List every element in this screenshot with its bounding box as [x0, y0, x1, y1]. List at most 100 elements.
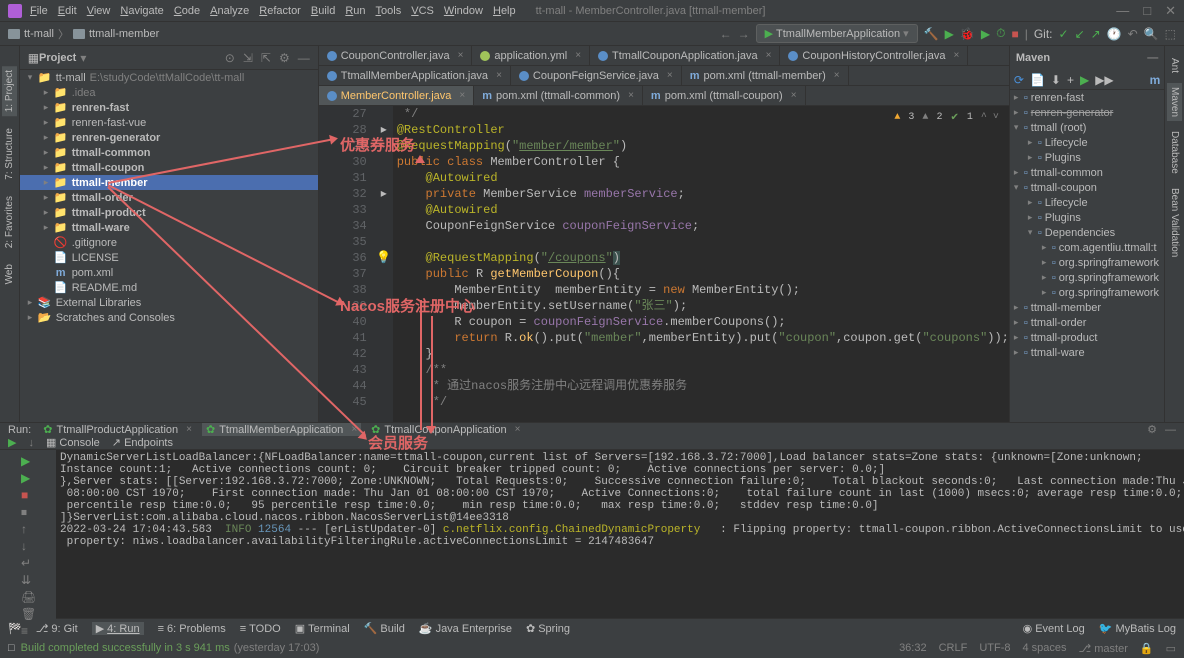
add-icon[interactable]: + — [1067, 73, 1074, 87]
maven-item[interactable]: ▸▫ttmall-product — [1010, 330, 1164, 345]
expand-all-icon[interactable]: ⇲ — [243, 51, 253, 65]
editor-tab[interactable]: TtmallCouponApplication.java× — [590, 46, 780, 65]
lock-icon[interactable]: 🔒 — [1140, 642, 1154, 655]
git-tab[interactable]: ⎇ 9: Git — [36, 622, 78, 635]
tree-item[interactable]: ▸📁renren-generator — [20, 130, 318, 145]
maximize-icon[interactable]: □ — [1143, 3, 1151, 19]
menu-tools[interactable]: Tools — [376, 5, 402, 17]
menu-refactor[interactable]: Refactor — [259, 5, 301, 17]
settings-icon[interactable]: ⬚ — [1165, 27, 1176, 41]
breadcrumb-root[interactable]: tt-mall — [24, 28, 54, 40]
exec-icon[interactable]: ▶▶ — [1095, 73, 1113, 87]
hide-icon[interactable]: — — [1147, 52, 1158, 64]
debug-icon[interactable]: 🐞 — [960, 27, 975, 41]
tree-item[interactable]: ▸📁ttmall-product — [20, 205, 318, 220]
maven-item[interactable]: ▾▫ttmall-coupon — [1010, 180, 1164, 195]
scroll-icon[interactable]: ⇊ — [21, 573, 35, 587]
editor-tab[interactable]: mpom.xml (ttmall-common)× — [474, 86, 643, 105]
reload-icon[interactable]: ⟳ — [1014, 73, 1024, 87]
status-icon[interactable]: □ — [8, 642, 15, 654]
wrap-icon[interactable]: ↵ — [21, 556, 35, 570]
maven-item[interactable]: ▸▫org.springframework — [1010, 285, 1164, 300]
maven-item[interactable]: ▾▫ttmall (root) — [1010, 120, 1164, 135]
editor-tab[interactable]: CouponHistoryController.java× — [780, 46, 968, 65]
tab-favorites[interactable]: 2: Favorites — [2, 192, 17, 252]
exit-icon[interactable]: ⏹ — [21, 505, 35, 519]
maven-item[interactable]: ▸▫com.agentliu.ttmall:t — [1010, 240, 1164, 255]
caret-position[interactable]: 36:32 — [899, 642, 927, 655]
tab-database[interactable]: Database — [1167, 127, 1182, 178]
run-config-selector[interactable]: ▶ TtmallMemberApplication ▾ — [756, 24, 918, 43]
menu-navigate[interactable]: Navigate — [120, 5, 163, 17]
tree-item[interactable]: ▾📁tt-mallE:\studyCode\ttMallCode\tt-mall — [20, 70, 318, 85]
memory-icon[interactable]: ▭ — [1166, 642, 1176, 655]
maven-item[interactable]: ▸▫Lifecycle — [1010, 135, 1164, 150]
select-opened-icon[interactable]: ⊙ — [225, 51, 235, 65]
close-icon[interactable]: × — [834, 70, 840, 81]
stop-icon[interactable]: ■ — [1011, 27, 1018, 41]
git-push-icon[interactable]: ↗ — [1091, 27, 1101, 41]
coverage-icon[interactable]: ▶ — [981, 27, 990, 41]
tab-structure[interactable]: 7: Structure — [2, 124, 17, 184]
editor-tab[interactable]: MemberController.java× — [319, 86, 475, 105]
encoding[interactable]: UTF-8 — [979, 642, 1010, 655]
run-config-tab[interactable]: ✿ TtmallProductApplication × — [39, 423, 196, 436]
down-icon[interactable]: ↓ — [21, 539, 35, 553]
inspection-summary[interactable]: ▲3 ▲2 ✔1 ^ ˅ — [890, 110, 1002, 126]
tab-bean[interactable]: Bean Validation — [1167, 184, 1182, 261]
git-branch[interactable]: ⎇ master — [1079, 642, 1128, 655]
maven-tree[interactable]: ▸▫renren-fast▸▫renren-generator▾▫ttmall … — [1010, 90, 1164, 422]
search-icon[interactable]: 🔍 — [1144, 27, 1159, 41]
todo-tab[interactable]: ≡ TODO — [240, 623, 281, 635]
menu-file[interactable]: File — [30, 5, 48, 17]
up-icon[interactable]: ↑ — [21, 522, 35, 536]
git-commit-icon[interactable]: ↙ — [1075, 27, 1085, 41]
console-output[interactable]: DynamicServerListLoadBalancer:{NFLoadBal… — [56, 450, 1184, 638]
tree-item[interactable]: ▸📁ttmall-member — [20, 175, 318, 190]
maven-item[interactable]: ▸▫org.springframework — [1010, 270, 1164, 285]
console-tab[interactable]: ▦ Console — [46, 436, 100, 449]
maven-item[interactable]: ▸▫ttmall-order — [1010, 315, 1164, 330]
stop-icon[interactable]: ■ — [21, 488, 35, 502]
project-tree[interactable]: ▾📁tt-mallE:\studyCode\ttMallCode\tt-mall… — [20, 70, 318, 422]
terminal-tab[interactable]: ▣ Terminal — [295, 622, 350, 635]
tree-item[interactable]: ▸📁.idea — [20, 85, 318, 100]
endpoints-tab[interactable]: ↗ Endpoints — [112, 436, 173, 449]
run-icon[interactable]: ▶ — [21, 471, 35, 485]
menu-code[interactable]: Code — [174, 5, 200, 17]
stop-icon[interactable]: ↓ — [28, 437, 34, 449]
print-icon[interactable]: 🖨 — [21, 590, 35, 604]
editor-tab[interactable]: mpom.xml (ttmall-coupon)× — [643, 86, 806, 105]
maven-item[interactable]: ▸▫ttmall-ware — [1010, 345, 1164, 360]
gen-sources-icon[interactable]: 📄 — [1030, 73, 1045, 87]
maven-item[interactable]: ▾▫Dependencies — [1010, 225, 1164, 240]
tree-item[interactable]: ▸📁ttmall-coupon — [20, 160, 318, 175]
close-icon[interactable]: × — [575, 50, 581, 61]
tab-ant[interactable]: Ant — [1167, 54, 1182, 77]
tab-maven[interactable]: Maven — [1167, 83, 1182, 121]
close-icon[interactable]: × — [791, 90, 797, 101]
close-icon[interactable]: × — [667, 70, 673, 81]
build-tab[interactable]: 🔨 Build — [364, 622, 405, 635]
tree-item[interactable]: ▸📂Scratches and Consoles — [20, 310, 318, 325]
run-tab[interactable]: ▶ 4: Run — [92, 622, 144, 635]
tree-item[interactable]: ▸📁ttmall-common — [20, 145, 318, 160]
rerun-icon[interactable]: ▶ — [8, 436, 16, 449]
code-editor[interactable]: 27282930313233343536373839404142434445 ▸… — [319, 106, 1009, 422]
profile-icon[interactable]: ⏱ — [996, 26, 1005, 41]
menu-view[interactable]: View — [87, 5, 111, 17]
run-icon[interactable]: ▶ — [945, 27, 954, 41]
tree-item[interactable]: ▸📁renren-fast-vue — [20, 115, 318, 130]
editor-tab[interactable]: application.yml× — [472, 46, 590, 65]
event-log-tab[interactable]: ◉ Event Log — [1023, 622, 1085, 635]
tree-item[interactable]: ▸📚External Libraries — [20, 295, 318, 310]
maven-item[interactable]: ▸▫Plugins — [1010, 150, 1164, 165]
maven-item[interactable]: ▸▫ttmall-common — [1010, 165, 1164, 180]
maven-item[interactable]: ▸▫renren-generator — [1010, 105, 1164, 120]
editor-tab[interactable]: mpom.xml (ttmall-member)× — [682, 66, 849, 85]
tree-item[interactable]: 📄LICENSE — [20, 250, 318, 265]
close-icon[interactable]: × — [628, 90, 634, 101]
close-icon[interactable]: ✕ — [1165, 3, 1176, 19]
forward-icon[interactable]: → — [738, 27, 750, 41]
editor-tab[interactable]: CouponController.java× — [319, 46, 473, 65]
